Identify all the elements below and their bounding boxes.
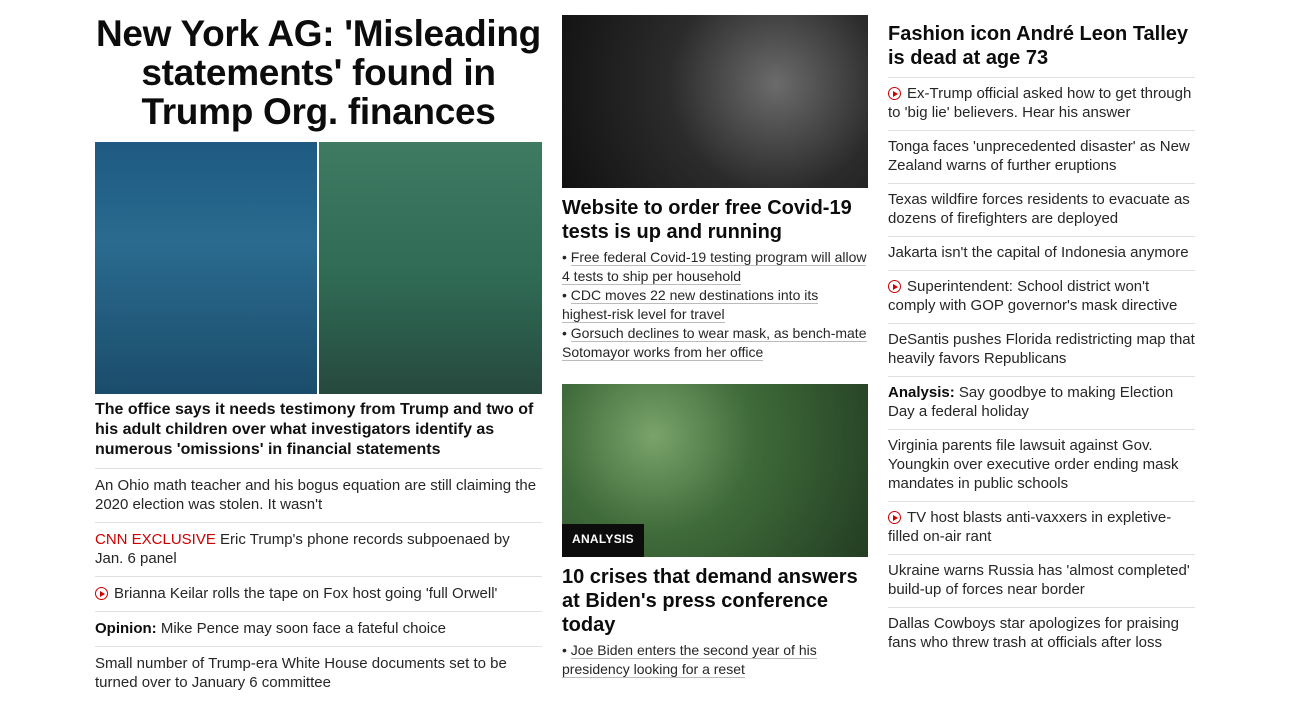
play-icon [95,587,108,600]
analysis-label: Analysis: [888,384,955,401]
lead-image-right-photo [319,142,542,394]
play-icon [888,511,901,524]
lead-headline[interactable]: New York AG: 'Misleading statements' fou… [95,14,542,131]
exclusive-label: CNN EXCLUSIVE [95,531,216,548]
list-item[interactable]: Ex-Trump official asked how to get throu… [888,77,1195,130]
list-item[interactable]: CNN EXCLUSIVE Eric Trump's phone records… [95,522,542,576]
bullet-item[interactable]: • CDC moves 22 new destinations into its… [562,286,868,324]
list-item[interactable]: An Ohio math teacher and his bogus equat… [95,468,542,522]
list-item[interactable]: Virginia parents file lawsuit against Go… [888,429,1195,501]
lead-image-left-photo [95,142,317,394]
list-item[interactable]: Texas wildfire forces residents to evacu… [888,183,1195,236]
list-item[interactable]: Ukraine warns Russia has 'almost complet… [888,554,1195,607]
list-item[interactable]: Superintendent: School district won't co… [888,270,1195,323]
biden-image[interactable]: ANALYSIS [562,384,868,557]
play-icon [888,280,901,293]
biden-headline[interactable]: 10 crises that demand answers at Biden's… [562,565,868,637]
lead-image[interactable] [95,142,542,394]
lead-story-list: An Ohio math teacher and his bogus equat… [95,468,542,700]
list-item[interactable]: Analysis: Say goodbye to making Election… [888,376,1195,429]
bullet-item[interactable]: • Free federal Covid-19 testing program … [562,248,868,286]
bullet-item[interactable]: • Gorsuch declines to wear mask, as benc… [562,324,868,362]
analysis-badge: ANALYSIS [562,524,644,557]
list-item[interactable]: Jakarta isn't the capital of Indonesia a… [888,236,1195,270]
covid-headline[interactable]: Website to order free Covid-19 tests is … [562,196,868,244]
list-item[interactable]: DeSantis pushes Florida redistricting ma… [888,323,1195,376]
opinion-label: Opinion: [95,620,157,637]
covid-test-image[interactable] [562,15,868,188]
biden-bullets: • Joe Biden enters the second year of hi… [562,641,868,679]
list-item[interactable]: TV host blasts anti-vaxxers in expletive… [888,501,1195,554]
right-headline[interactable]: Fashion icon André Leon Talley is dead a… [888,22,1195,70]
lead-column: New York AG: 'Misleading statements' fou… [95,0,542,691]
list-item[interactable]: Dallas Cowboys star apologizes for prais… [888,607,1195,660]
bullet-item[interactable]: • Joe Biden enters the second year of hi… [562,641,868,679]
list-item[interactable]: Opinion: Mike Pence may soon face a fate… [95,611,542,646]
play-icon [888,87,901,100]
list-item[interactable]: Brianna Keilar rolls the tape on Fox hos… [95,576,542,611]
list-item[interactable]: Tonga faces 'unprecedented disaster' as … [888,130,1195,183]
lead-description[interactable]: The office says it needs testimony from … [95,400,542,460]
list-item[interactable]: Small number of Trump-era White House do… [95,646,542,700]
covid-bullets: • Free federal Covid-19 testing program … [562,248,868,362]
right-story-list: Ex-Trump official asked how to get throu… [888,77,1195,660]
